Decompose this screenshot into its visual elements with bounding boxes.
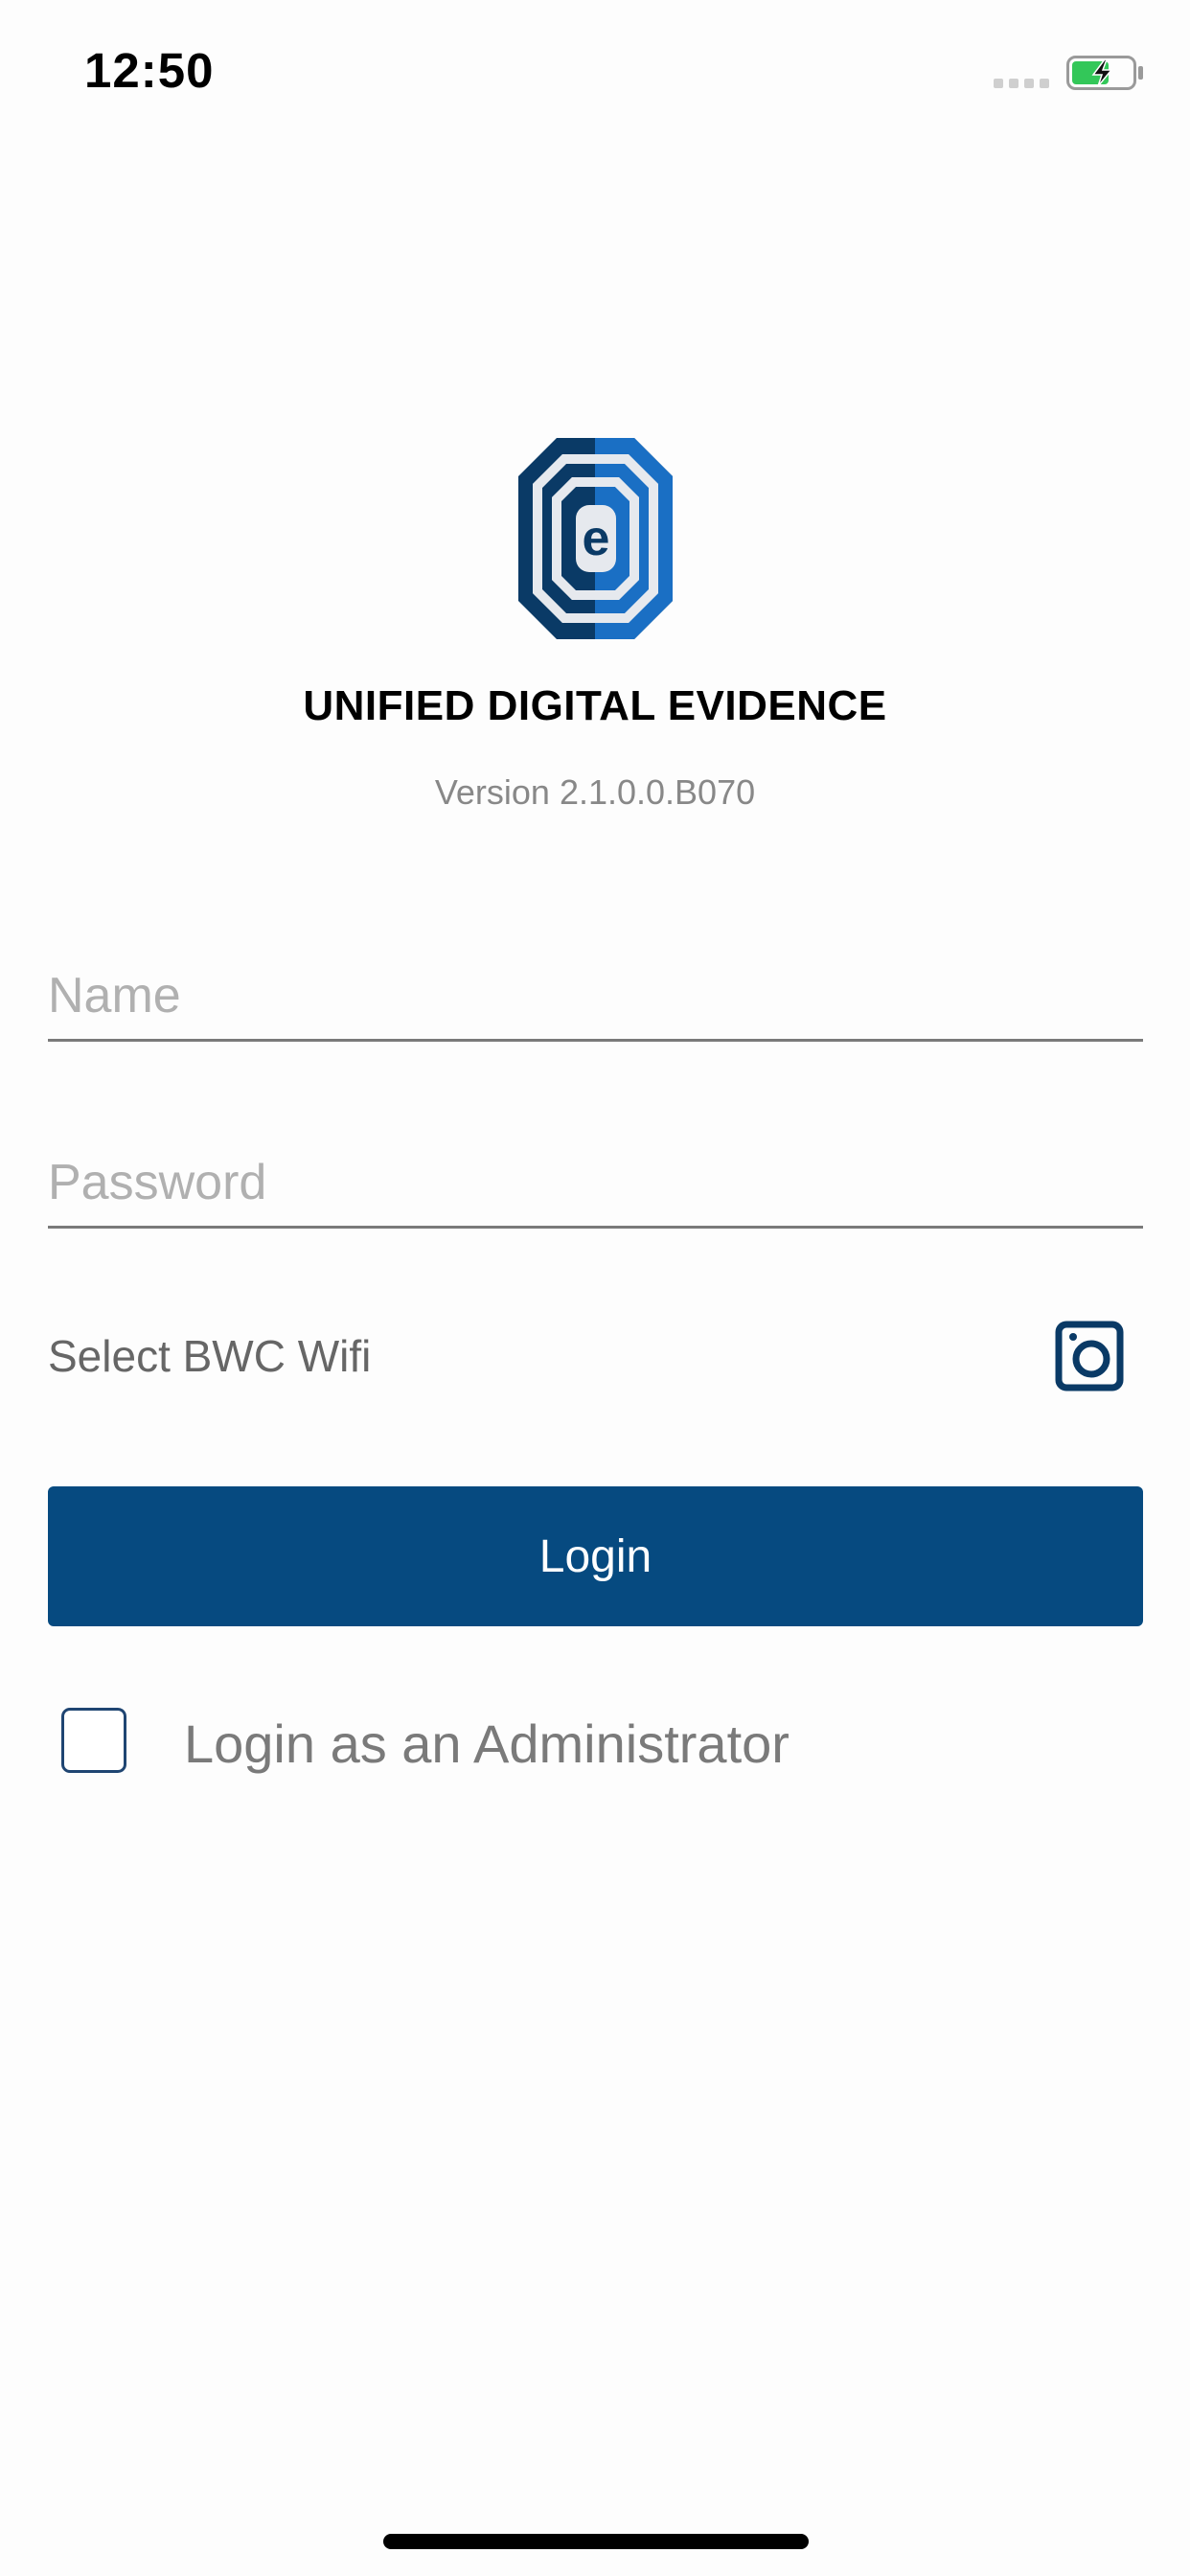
svg-text:e: e [583,511,610,566]
version-label: Version 2.1.0.0.B070 [434,772,756,812]
unified-digital-evidence-logo-icon: e [518,438,673,639]
name-input[interactable] [48,953,1143,1042]
status-time: 12:50 [84,43,215,98]
login-button[interactable]: Login [48,1486,1143,1626]
select-bwc-wifi-label: Select BWC Wifi [48,1331,372,1381]
home-indicator [383,2534,809,2549]
status-bar: 12:50 [0,0,1190,144]
camera-icon[interactable] [1055,1321,1124,1392]
admin-checkbox[interactable] [61,1708,126,1773]
battery-charging-icon [1066,56,1143,90]
signal-dots-icon [994,79,1049,88]
admin-checkbox-label[interactable]: Login as an Administrator [184,1713,790,1775]
password-input[interactable] [48,1139,1143,1229]
app-title: UNIFIED DIGITAL EVIDENCE [303,682,887,729]
